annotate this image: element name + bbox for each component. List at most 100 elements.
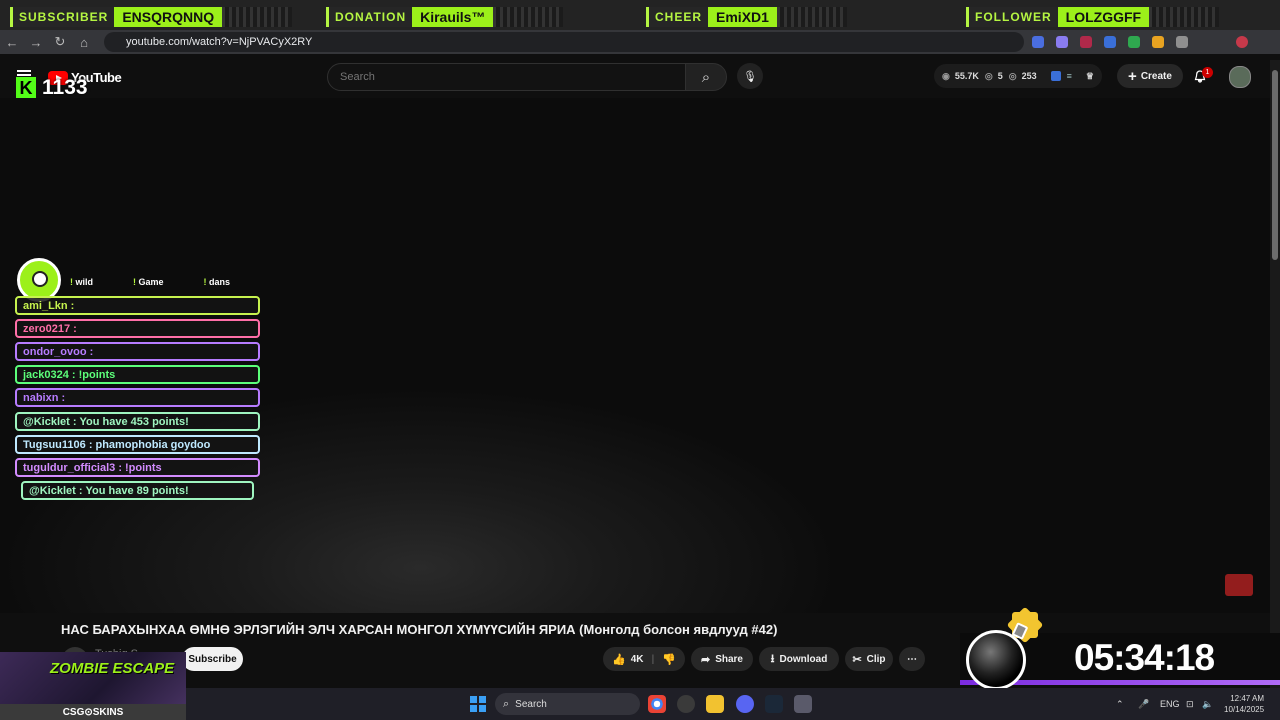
extension-icon[interactable] xyxy=(1128,36,1140,48)
home-button[interactable]: ⌂ xyxy=(72,35,96,50)
extension-icon[interactable] xyxy=(1032,36,1044,48)
download-label: Download xyxy=(779,653,828,665)
chat-username: ondor_ovoo : xyxy=(23,345,94,358)
alert-label: DONATION xyxy=(326,7,413,27)
taskbar-search[interactable]: ⌕ Search xyxy=(495,693,640,715)
sponsor-label: CSG⊙SKINS xyxy=(0,704,186,720)
back-button[interactable]: ← xyxy=(0,35,24,50)
folder-icon[interactable] xyxy=(706,695,724,713)
alert-name: LOLZGGFF xyxy=(1057,7,1150,27)
reload-button[interactable]: ↻ xyxy=(48,34,72,50)
mascot-pupil xyxy=(32,271,48,287)
scrollbar-thumb[interactable] xyxy=(1272,70,1278,260)
trophy-icon[interactable]: ♕ xyxy=(1086,71,1094,82)
forward-button[interactable]: → xyxy=(24,35,48,50)
tray-chevron-icon[interactable]: ⌃ xyxy=(1116,699,1124,710)
windows-start-icon[interactable] xyxy=(470,696,486,712)
list-icon[interactable]: ≡ xyxy=(1067,71,1072,81)
chat-username: zero0217 : xyxy=(23,322,77,335)
chat-message: ami_Lkn : xyxy=(15,296,260,315)
bomb-icon xyxy=(966,630,1026,690)
url-text: youtube.com/watch?v=NjPVACyX2RY xyxy=(126,36,313,48)
share-label: Share xyxy=(715,653,743,665)
subscribe-button[interactable]: Subscribe xyxy=(182,647,243,671)
subscribe-watermark-icon[interactable] xyxy=(1225,574,1253,596)
extension-icon[interactable] xyxy=(1152,36,1164,48)
chat-message: jack0324 : !points xyxy=(15,365,260,384)
video-title: НАС БАРАХЫНХАА ӨМНӨ ЭРЛЭГИЙН ЭЛЧ ХАРСАН … xyxy=(61,622,778,637)
game-title: ZOMBIE ESCAPE xyxy=(50,660,175,677)
app-icon[interactable] xyxy=(794,695,812,713)
volume-icon[interactable]: 🔈 xyxy=(1202,699,1213,710)
clock-time: 12:47 AM xyxy=(1230,694,1265,703)
chat-message: zero0217 : xyxy=(15,319,260,338)
chat-text: phamophobia goydoo xyxy=(95,438,211,451)
taskbar-search-label: Search xyxy=(515,698,547,710)
scissors-icon: ✂ xyxy=(852,653,862,666)
extension-icon[interactable] xyxy=(1104,36,1116,48)
clock-date: 10/14/2025 xyxy=(1224,705,1265,714)
profile-icon[interactable] xyxy=(1236,36,1248,48)
create-button[interactable]: + Create xyxy=(1117,64,1183,88)
taskbar-clock[interactable]: 12:47 AM 10/14/2025 xyxy=(1224,693,1264,715)
kick-counter: K 1133 xyxy=(16,76,88,100)
chat-username: nabixn : xyxy=(23,391,66,404)
steam-icon[interactable] xyxy=(765,695,783,713)
chat-message: ondor_ovoo : xyxy=(15,342,260,361)
share-icon: ➦ xyxy=(700,653,711,666)
alert-decoration xyxy=(1149,7,1220,27)
divider: | xyxy=(651,653,655,665)
chat-command-bar: wild Game dans xyxy=(30,270,270,294)
discord-icon[interactable] xyxy=(736,695,754,713)
app-icon[interactable] xyxy=(677,695,695,713)
chat-message: nabixn : xyxy=(15,388,260,407)
chat-command: Game xyxy=(133,277,164,287)
thumbs-down-icon[interactable]: 👎 xyxy=(662,653,676,666)
alert-name: EmiXD1 xyxy=(708,7,777,27)
stream-game-card: ZOMBIE ESCAPE CSG⊙SKINS xyxy=(0,652,186,720)
search-input[interactable] xyxy=(338,70,662,84)
stream-alert-strip: SUBSCRIBER ENSQRQNNQ DONATION Kirauils™ … xyxy=(0,0,1280,30)
language-indicator[interactable]: ENG xyxy=(1160,699,1180,709)
account-avatar[interactable] xyxy=(1229,66,1251,88)
chat-command: dans xyxy=(204,277,230,287)
network-icon[interactable]: ⊡ xyxy=(1186,699,1194,710)
alert-decoration xyxy=(493,7,564,27)
create-label: Create xyxy=(1140,70,1172,82)
chat-username: @Kicklet : xyxy=(23,415,77,428)
mic-icon: 🎙 xyxy=(743,70,757,83)
puzzle-icon[interactable] xyxy=(1176,36,1188,48)
like-count[interactable]: 4K xyxy=(631,654,644,665)
extension-icon[interactable] xyxy=(1050,71,1061,81)
alert-label: SUBSCRIBER xyxy=(10,7,115,27)
chat-command: wild xyxy=(70,277,94,287)
search-box[interactable] xyxy=(327,63,687,91)
clip-button[interactable]: ✂ Clip xyxy=(845,647,893,671)
likes-count: 253 xyxy=(1021,71,1037,81)
extension-icon[interactable] xyxy=(1080,36,1092,48)
tray-mic-icon[interactable]: 🎤 xyxy=(1138,699,1149,710)
share-button[interactable]: ➦ Share xyxy=(691,647,753,671)
more-actions-button[interactable]: ⋯ xyxy=(899,647,925,671)
likes-icon: ◎ xyxy=(1008,70,1017,81)
alert-follower: FOLLOWER LOLZGGFF xyxy=(966,7,1220,27)
alert-name: ENSQRQNNQ xyxy=(114,7,223,27)
voice-search-button[interactable]: 🎙 xyxy=(737,63,763,89)
thumbs-up-icon[interactable]: 👍 xyxy=(612,653,626,666)
plus-icon: + xyxy=(1128,67,1137,85)
alert-donation: DONATION Kirauils™ xyxy=(326,7,564,27)
alert-subscriber: SUBSCRIBER ENSQRQNNQ xyxy=(10,7,293,27)
chat-text: You have 89 points! xyxy=(85,484,189,497)
address-bar[interactable]: youtube.com/watch?v=NjPVACyX2RY xyxy=(104,32,1024,52)
chrome-icon[interactable] xyxy=(648,695,666,713)
chat-username: ami_Lkn : xyxy=(23,299,75,312)
download-button[interactable]: ⭳ Download xyxy=(759,647,839,671)
stream-stats: ◉ 55.7K ◎ 5 ◎ 253 ≡ ♕ xyxy=(934,64,1102,88)
extension-icon[interactable] xyxy=(1056,36,1068,48)
search-button[interactable]: ⌕ xyxy=(685,63,727,91)
download-icon: ⭳ xyxy=(770,652,775,665)
alert-label: FOLLOWER xyxy=(966,7,1058,27)
page-scrollbar[interactable] xyxy=(1270,60,1280,690)
chat-username: jack0324 : xyxy=(23,368,76,381)
chat-text: !points xyxy=(125,461,162,474)
